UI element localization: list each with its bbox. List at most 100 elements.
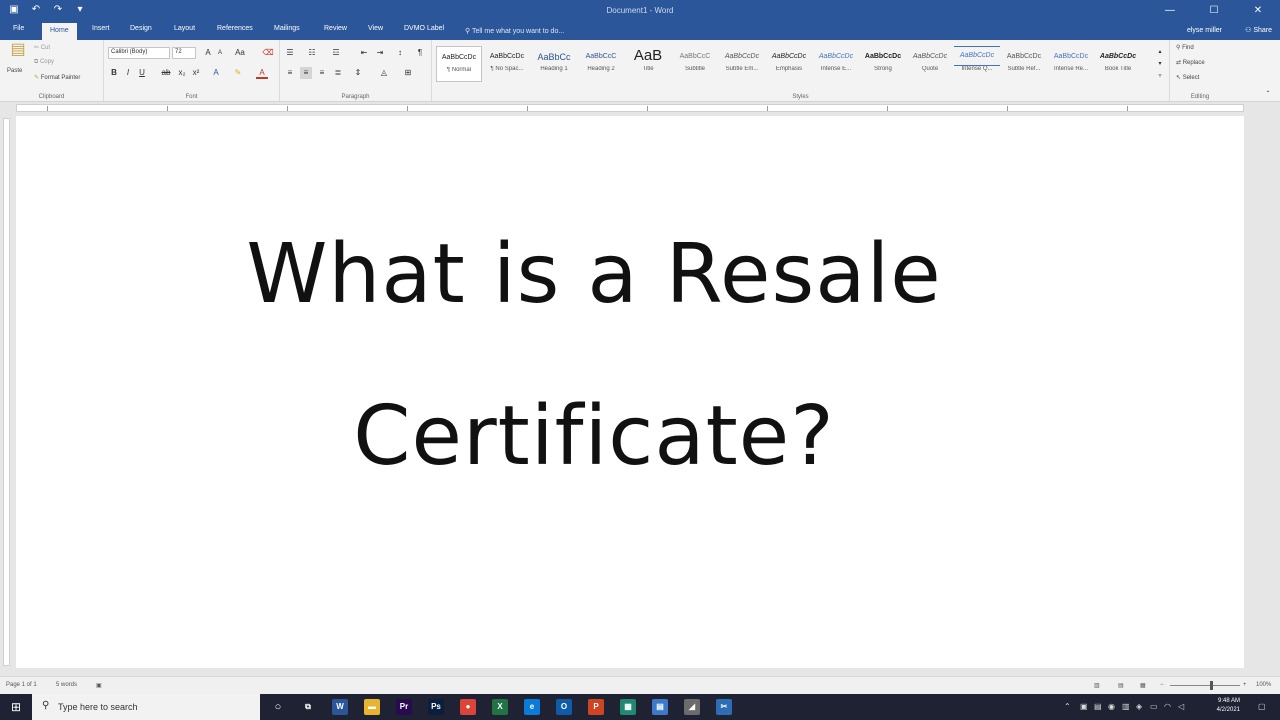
style-subtle-reference[interactable]: AaBbCcDc Subtle Ref... bbox=[1001, 46, 1047, 82]
highlight-icon[interactable]: ✎ bbox=[232, 67, 244, 79]
vertical-ruler[interactable] bbox=[0, 114, 12, 670]
zoom-in-icon[interactable]: + bbox=[1243, 682, 1247, 688]
file-explorer-icon[interactable]: ▬ bbox=[364, 699, 380, 715]
style-strong[interactable]: AaBbCcDc Strong bbox=[860, 46, 906, 82]
word-count[interactable]: 5 words bbox=[56, 682, 77, 688]
tab-view[interactable]: View bbox=[368, 25, 383, 32]
undo-icon[interactable]: ↶ bbox=[30, 4, 42, 16]
sort-icon[interactable]: ↕ bbox=[394, 47, 406, 59]
powerpoint-icon[interactable]: P bbox=[588, 699, 604, 715]
volume-icon[interactable]: ◁ bbox=[1178, 702, 1184, 711]
user-name[interactable]: elyse miller bbox=[1187, 27, 1222, 34]
style-intense-quote[interactable]: AaBbCcDc Intense Q... bbox=[954, 46, 1000, 82]
select-button[interactable]: ↖ Select bbox=[1176, 74, 1199, 81]
chevron-up-icon[interactable]: ⌃ bbox=[1064, 702, 1071, 711]
zoom-out-icon[interactable]: − bbox=[1160, 682, 1164, 688]
clear-formatting-icon[interactable]: ⌫ bbox=[262, 47, 274, 59]
vertical-scrollbar[interactable] bbox=[1244, 114, 1280, 670]
tab-design[interactable]: Design bbox=[130, 25, 152, 32]
tray-app-icon[interactable]: ◉ bbox=[1108, 702, 1115, 711]
underline-icon[interactable]: U bbox=[136, 67, 148, 79]
multilevel-list-icon[interactable]: ☲ bbox=[330, 47, 342, 59]
read-mode-icon[interactable]: ▥ bbox=[1094, 682, 1100, 689]
tab-insert[interactable]: Insert bbox=[92, 25, 110, 32]
show-formatting-icon[interactable]: ¶ bbox=[414, 47, 426, 59]
notifications-icon[interactable]: ▢ bbox=[1258, 702, 1266, 711]
taskbar-search[interactable]: ⚲ Type here to search bbox=[32, 694, 260, 720]
style-book-title[interactable]: AaBbCcDc Book Title bbox=[1095, 46, 1141, 82]
tab-review[interactable]: Review bbox=[324, 25, 347, 32]
paste-label[interactable]: Paste bbox=[7, 68, 22, 74]
maximize-icon[interactable]: ☐ bbox=[1192, 0, 1236, 22]
edge-icon[interactable]: e bbox=[524, 699, 540, 715]
style-intense-reference[interactable]: AaBbCcDc Intense Re... bbox=[1048, 46, 1094, 82]
tab-references[interactable]: References bbox=[217, 25, 253, 32]
zoom-slider[interactable] bbox=[1170, 685, 1240, 686]
zoom-slider-thumb[interactable] bbox=[1210, 681, 1213, 690]
style-title[interactable]: AaB Title bbox=[625, 46, 671, 82]
font-size-box[interactable]: 72 bbox=[172, 47, 196, 59]
network-icon[interactable]: ▭ bbox=[1150, 702, 1158, 711]
borders-icon[interactable]: ⊞ bbox=[402, 67, 414, 79]
document-page[interactable]: What is a Resale Certificate? bbox=[16, 116, 1244, 668]
tab-mailings[interactable]: Mailings bbox=[274, 25, 300, 32]
align-right-icon[interactable]: ≡ bbox=[316, 67, 328, 79]
chrome-icon[interactable]: ● bbox=[460, 699, 476, 715]
word-icon[interactable]: W bbox=[332, 699, 348, 715]
share-button[interactable]: ⚇ Share bbox=[1245, 26, 1272, 34]
close-icon[interactable]: ✕ bbox=[1236, 0, 1280, 22]
strikethrough-icon[interactable]: ab bbox=[160, 67, 172, 79]
increase-indent-icon[interactable]: ⇥ bbox=[374, 47, 386, 59]
copy-button[interactable]: ⧉ Copy bbox=[34, 59, 54, 66]
snip-tool-icon[interactable]: ✂ bbox=[716, 699, 732, 715]
tray-app-icon[interactable]: ▣ bbox=[1080, 702, 1088, 711]
style-intense-emphasis[interactable]: AaBbCcDc Intense E... bbox=[813, 46, 859, 82]
save-icon[interactable]: ▣ bbox=[8, 4, 20, 16]
superscript-icon[interactable]: x² bbox=[190, 67, 202, 79]
redo-icon[interactable]: ↷ bbox=[52, 4, 64, 16]
print-layout-icon[interactable]: ▤ bbox=[1118, 682, 1124, 689]
web-layout-icon[interactable]: ▦ bbox=[1140, 682, 1146, 689]
italic-icon[interactable]: I bbox=[122, 67, 134, 79]
bullets-icon[interactable]: ☰ bbox=[284, 47, 296, 59]
tab-home[interactable]: Home bbox=[42, 23, 77, 40]
outlook-icon[interactable]: O bbox=[556, 699, 572, 715]
minimize-icon[interactable]: — bbox=[1148, 0, 1192, 22]
align-left-icon[interactable]: ≡ bbox=[284, 67, 296, 79]
style-subtle-emphasis[interactable]: AaBbCcDc Subtle Em... bbox=[719, 46, 765, 82]
photoshop-icon[interactable]: Ps bbox=[428, 699, 444, 715]
clock[interactable]: 9:48 AM 4/2/2021 bbox=[1217, 697, 1240, 715]
proofing-icon[interactable]: ▣ bbox=[96, 682, 102, 689]
cortana-icon[interactable]: ○ bbox=[270, 699, 286, 715]
numbering-icon[interactable]: ☷ bbox=[306, 47, 318, 59]
tell-me-box[interactable]: ⚲ Tell me what you want to do... bbox=[465, 27, 564, 35]
page-count[interactable]: Page 1 of 1 bbox=[6, 682, 37, 688]
customize-icon[interactable]: ▾ bbox=[74, 4, 86, 16]
style-subtitle[interactable]: AaBbCcC Subtitle bbox=[672, 46, 718, 82]
tab-file[interactable]: File bbox=[13, 25, 24, 32]
task-view-icon[interactable]: ⧉ bbox=[300, 699, 316, 715]
zoom-level[interactable]: 100% bbox=[1256, 682, 1271, 688]
find-button[interactable]: ⚲ Find bbox=[1176, 44, 1194, 51]
tray-app-icon[interactable]: ◈ bbox=[1136, 702, 1142, 711]
decrease-indent-icon[interactable]: ⇤ bbox=[358, 47, 370, 59]
excel-icon[interactable]: X bbox=[492, 699, 508, 715]
windows-start-icon[interactable]: ⊞ bbox=[0, 694, 32, 720]
horizontal-ruler[interactable] bbox=[0, 102, 1280, 114]
photos-icon[interactable]: ▦ bbox=[620, 699, 636, 715]
style-heading-1[interactable]: AaBbCc Heading 1 bbox=[531, 46, 577, 82]
collapse-ribbon-icon[interactable]: ⌃ bbox=[1262, 88, 1274, 100]
premiere-icon[interactable]: Pr bbox=[396, 699, 412, 715]
change-case-icon[interactable]: Aa bbox=[234, 47, 246, 59]
style-no-spacing[interactable]: AaBbCcDc ¶ No Spac... bbox=[484, 46, 530, 82]
shading-icon[interactable]: ◬ bbox=[378, 67, 390, 79]
style-heading-2[interactable]: AaBbCcC Heading 2 bbox=[578, 46, 624, 82]
styles-more-icon[interactable]: ▿ bbox=[1154, 70, 1166, 82]
eraser-app-icon[interactable]: ◢ bbox=[684, 699, 700, 715]
style-normal[interactable]: AaBbCcDc ¶ Normal bbox=[436, 46, 482, 82]
text-effects-icon[interactable]: A bbox=[210, 67, 222, 79]
shrink-font-icon[interactable]: A bbox=[214, 47, 226, 59]
font-color-icon[interactable]: A bbox=[256, 67, 268, 79]
styles-scroll-up-icon[interactable]: ▴ bbox=[1154, 46, 1166, 58]
paste-icon[interactable]: ▤ bbox=[8, 42, 28, 66]
